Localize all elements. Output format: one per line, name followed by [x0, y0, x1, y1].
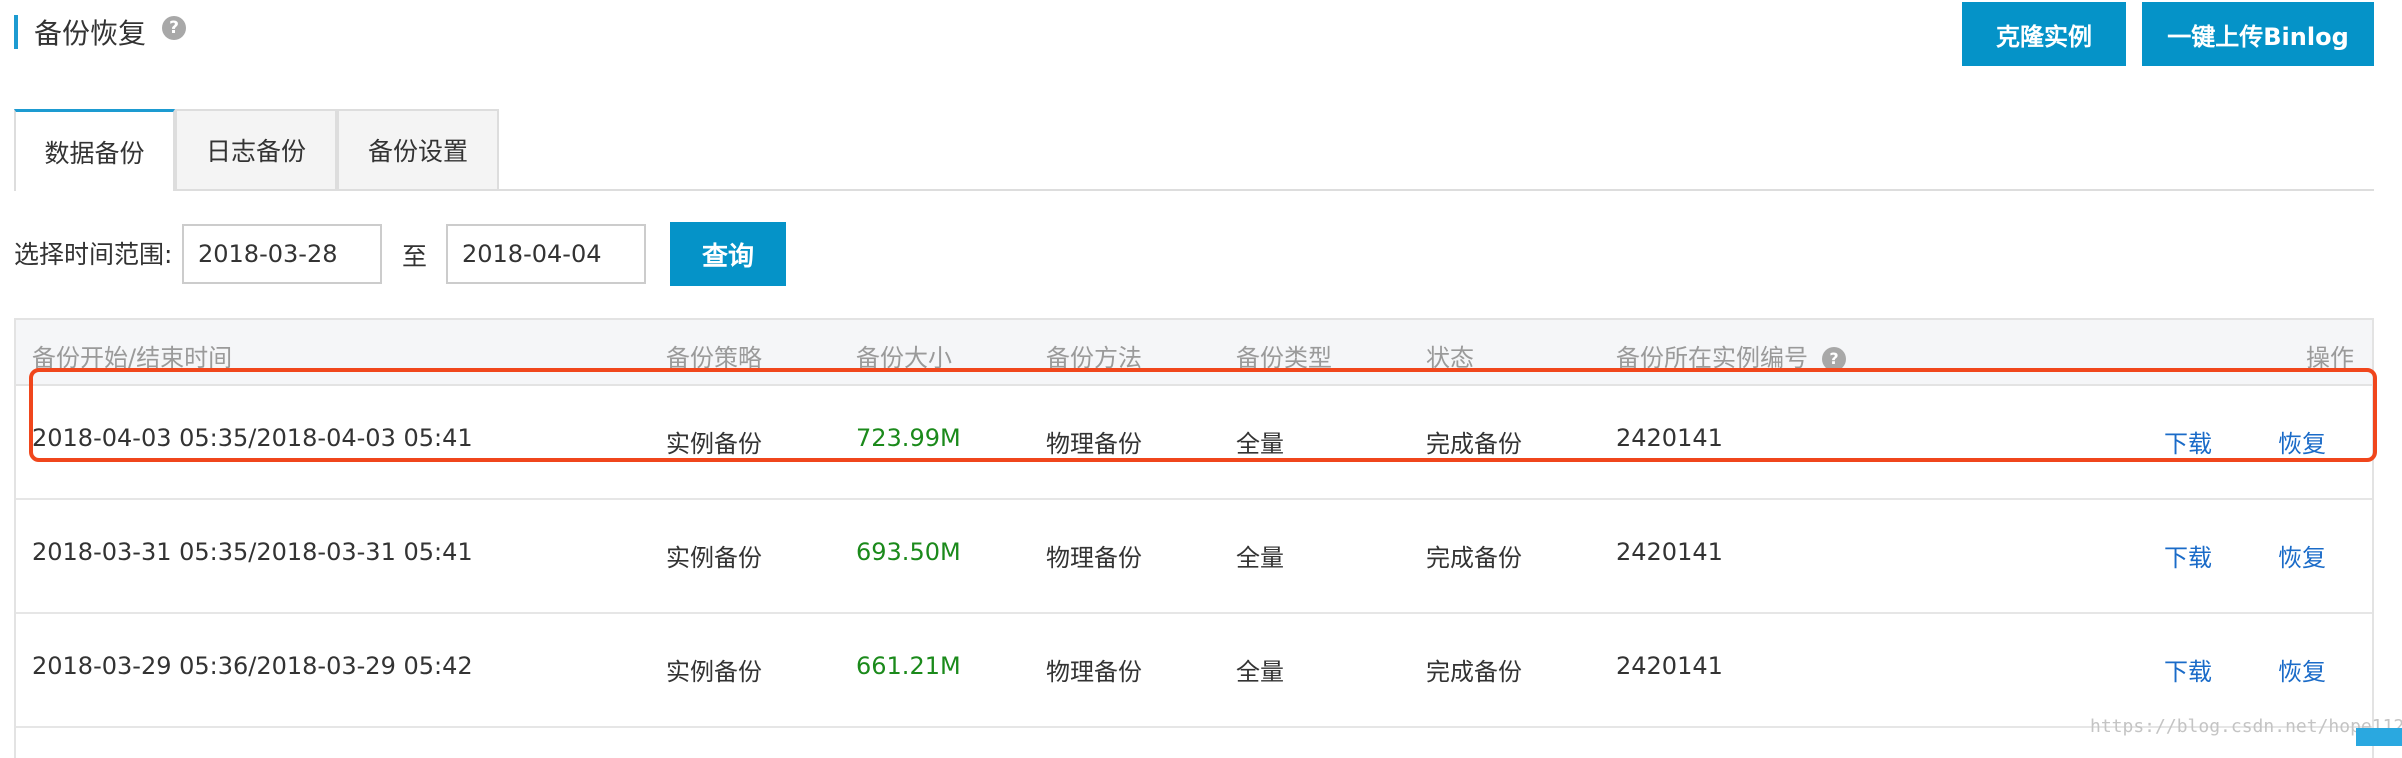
cell-time: 2018-04-03 05:35/2018-04-03 05:41: [32, 424, 473, 452]
col-header-size: 备份大小: [856, 344, 952, 372]
cell-instance: 2420141: [1616, 424, 1723, 452]
table-row: 2018-04-03 05:35/2018-04-03 05:41 实例备份 7…: [16, 386, 2372, 500]
cell-instance: 2420141: [1616, 652, 1723, 680]
tab-log-backup[interactable]: 日志备份: [175, 109, 337, 189]
title-accent-bar: [14, 15, 18, 49]
query-button[interactable]: 查询: [670, 222, 786, 286]
cell-instance: 2420141: [1616, 538, 1723, 566]
cell-type: 全量: [1236, 544, 1284, 572]
col-header-actions: 操作: [2306, 344, 2354, 372]
tab-bar: 数据备份 日志备份 备份设置: [14, 109, 2374, 191]
clone-instance-button[interactable]: 克隆实例: [1962, 2, 2126, 66]
cell-type: 全量: [1236, 658, 1284, 686]
cell-status: 完成备份: [1426, 658, 1522, 686]
restore-link[interactable]: 恢复: [2278, 424, 2326, 459]
download-link[interactable]: 下载: [2164, 538, 2212, 573]
download-link[interactable]: 下载: [2164, 652, 2212, 687]
restore-link[interactable]: 恢复: [2278, 652, 2326, 687]
restore-link[interactable]: 恢复: [2278, 538, 2326, 573]
cell-time: 2018-03-29 05:36/2018-03-29 05:42: [32, 652, 473, 680]
col-header-status: 状态: [1426, 344, 1474, 372]
cell-time: 2018-03-31 05:35/2018-03-31 05:41: [32, 538, 473, 566]
time-range-label: 选择时间范围:: [14, 240, 173, 269]
tab-backup-settings[interactable]: 备份设置: [337, 109, 499, 189]
cell-status: 完成备份: [1426, 430, 1522, 458]
cell-policy: 实例备份: [666, 430, 762, 458]
help-icon[interactable]: ?: [1822, 346, 1846, 371]
upload-binlog-button[interactable]: 一键上传Binlog: [2142, 2, 2374, 66]
cell-status: 完成备份: [1426, 544, 1522, 572]
col-header-time: 备份开始/结束时间: [32, 344, 233, 372]
table-header: 备份开始/结束时间 备份策略 备份大小 备份方法 备份类型 状态 备份所在实例编…: [16, 318, 2372, 386]
to-label: 至: [402, 242, 428, 271]
cell-size: 661.21M: [856, 652, 961, 680]
page-header: 备份恢复 ?: [14, 12, 187, 52]
cell-size: 693.50M: [856, 538, 961, 566]
backup-table: 备份开始/结束时间 备份策略 备份大小 备份方法 备份类型 状态 备份所在实例编…: [14, 318, 2374, 758]
col-header-type: 备份类型: [1236, 344, 1332, 372]
col-header-instance-label: 备份所在实例编号: [1616, 344, 1808, 372]
cell-policy: 实例备份: [666, 544, 762, 572]
download-link[interactable]: 下载: [2164, 424, 2212, 459]
corner-widget[interactable]: [2356, 728, 2402, 746]
cell-method: 物理备份: [1046, 430, 1142, 458]
help-icon[interactable]: ?: [162, 16, 187, 40]
table-row: 2018-03-29 05:36/2018-03-29 05:42 实例备份 6…: [16, 614, 2372, 728]
cell-size: 723.99M: [856, 424, 961, 452]
cell-method: 物理备份: [1046, 658, 1142, 686]
col-header-instance: 备份所在实例编号?: [1616, 338, 1846, 373]
cell-policy: 实例备份: [666, 658, 762, 686]
cell-method: 物理备份: [1046, 544, 1142, 572]
page-title: 备份恢复: [34, 17, 147, 50]
tab-data-backup[interactable]: 数据备份: [14, 109, 175, 191]
col-header-policy: 备份策略: [666, 344, 762, 372]
cell-type: 全量: [1236, 430, 1284, 458]
end-date-input[interactable]: [446, 224, 646, 284]
col-header-method: 备份方法: [1046, 344, 1142, 372]
start-date-input[interactable]: [182, 224, 382, 284]
table-row: 2018-03-31 05:35/2018-03-31 05:41 实例备份 6…: [16, 500, 2372, 614]
